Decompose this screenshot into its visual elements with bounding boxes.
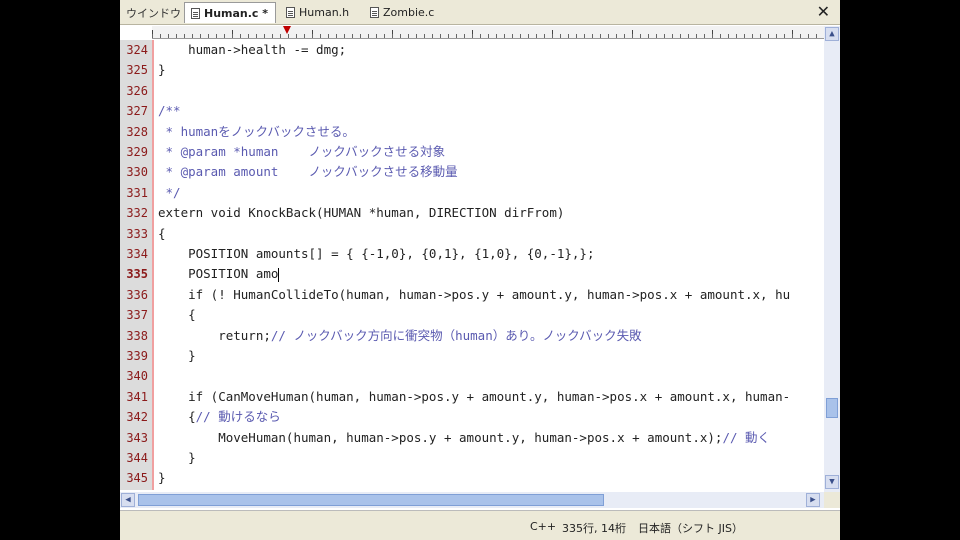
tab-zombie-c[interactable]: Zombie.c [364,2,444,23]
code-line: if (CanMoveHuman(human, human->pos.y + a… [158,387,790,407]
tab-human-h[interactable]: Human.h [280,2,360,23]
status-encoding: 日本語（シフト JIS） [638,522,743,535]
code-line: human->health -= dmg; [158,40,346,60]
status-bar: C++ 335行, 14桁 日本語（シフト JIS） [120,510,840,540]
line-number: 344 [126,451,148,465]
line-number: 329 [126,145,148,159]
code-text: { [158,225,166,241]
line-number: 340 [126,369,148,384]
code-text: human->health -= dmg; [158,42,347,57]
line-number: 338 [126,328,148,343]
code-line: } [158,346,196,366]
code-line: POSITION amo [158,264,280,284]
line-number: 330 [126,165,148,180]
line-number: 343 [126,430,148,445]
horizontal-scrollbar[interactable]: ◀ ▶ [120,492,824,508]
ruler-caret-marker [283,26,291,34]
code-text: * humanをノックバックさせる。 [158,123,355,139]
vertical-scroll-thumb[interactable] [826,398,838,418]
code-comment: // 動く [722,429,771,445]
code-line: POSITION amounts[] = { {-1,0}, {0,1}, {1… [158,244,595,264]
code-text: /** [158,103,181,119]
line-number: 341 [126,389,148,404]
code-line: } [158,60,166,80]
code-comment: // ノックバック方向に衝突物（human）あり。ノックバック失敗 [270,327,642,343]
code-text: */ [158,184,181,200]
window-menu[interactable]: ウインドウ [126,5,181,21]
code-text: } [158,450,196,465]
line-number: 342 [126,410,148,425]
line-number: 326 [126,83,148,98]
code-line: { [158,224,166,244]
line-number: 336 [126,287,148,302]
tab-label: Zombie.c [383,6,435,19]
code-text: { [158,307,196,323]
line-number: 337 [126,308,148,323]
code-line: return;// ノックバック方向に衝突物（human）あり。ノックバック失敗 [158,326,642,346]
file-icon [191,7,200,19]
tab-label: Human.c * [204,6,269,20]
code-comment: // 動けるなら [195,409,281,425]
scroll-up-icon[interactable]: ▲ [825,27,839,41]
editor-window: ウインドウ Human.c * Human.h Zombie.c ✕ 324 32… [120,0,840,540]
status-cursor-position: 335行, 14桁 [562,522,626,535]
code-text: return; [158,327,271,343]
code-text: POSITION amounts[] = { {-1,0}, {0,1}, {1… [158,246,595,261]
code-text: MoveHuman(human, human->pos.y + amount.y… [158,429,723,445]
code-line: * @param amount ノックバックさせる移動量 [158,162,458,182]
code-line: } [158,448,196,468]
line-number: 333 [126,226,148,241]
line-number: 328 [126,124,148,139]
code-text: * @param *human ノックバックさせる対象 [158,144,446,159]
code-text: extern void KnockBack(HUMAN *human, DIRE… [158,205,565,221]
file-icon [286,7,295,18]
code-text: * @param amount ノックバックさせる移動量 [158,164,458,180]
code-area[interactable]: human->health -= dmg;} /** * humanをノックバック… [158,40,824,490]
tab-human-c[interactable]: Human.c * [184,2,276,23]
tab-label: Human.h [299,6,350,19]
line-number: 339 [126,349,148,363]
code-text: if (CanMoveHuman(human, human->pos.y + a… [158,388,791,404]
code-line: * humanをノックバックさせる。 [158,122,355,142]
scroll-down-icon[interactable]: ▼ [825,475,839,489]
line-number: 335 [126,267,148,282]
code-line: extern void KnockBack(HUMAN *human, DIRE… [158,203,564,223]
line-number: 331 [126,185,148,200]
text-cursor [278,267,280,282]
scroll-right-icon[interactable]: ▶ [806,493,820,507]
code-line: { [158,305,196,325]
code-text: if (! HumanCollideTo(human, human->pos.y… [158,286,791,302]
tab-bar: ウインドウ Human.c * Human.h Zombie.c ✕ [120,0,840,25]
code-line: /** [158,101,181,121]
line-number: 324 [126,43,148,57]
code-line: } [158,468,166,488]
close-icon[interactable]: ✕ [817,2,830,21]
scroll-left-icon[interactable]: ◀ [121,493,135,507]
status-language: C++ [530,520,557,533]
code-text: } [158,470,166,486]
line-number: 332 [126,206,148,221]
line-number: 334 [126,247,148,261]
file-icon [370,7,379,18]
scrollbar-corner [824,492,840,508]
line-number: 345 [126,471,148,486]
vertical-scrollbar[interactable]: ▲ ▼ [824,26,840,492]
code-line: */ [158,183,181,203]
code-text: } [158,348,196,363]
code-line: {// 動けるなら [158,407,281,427]
code-text: { [158,409,196,425]
line-number: 325 [126,63,148,78]
code-line: * @param *human ノックバックさせる対象 [158,142,446,162]
code-text: } [158,62,166,78]
horizontal-scroll-thumb[interactable] [138,494,604,506]
column-ruler [152,26,824,39]
line-number-gutter: 324 325 326 327 328 329 330 331 332 333 334 335 336 3… [120,40,154,490]
code-line: if (! HumanCollideTo(human, human->pos.y… [158,285,790,305]
code-text: POSITION amo [158,266,279,282]
line-number: 327 [126,104,148,119]
code-line: MoveHuman(human, human->pos.y + amount.y… [158,428,770,448]
